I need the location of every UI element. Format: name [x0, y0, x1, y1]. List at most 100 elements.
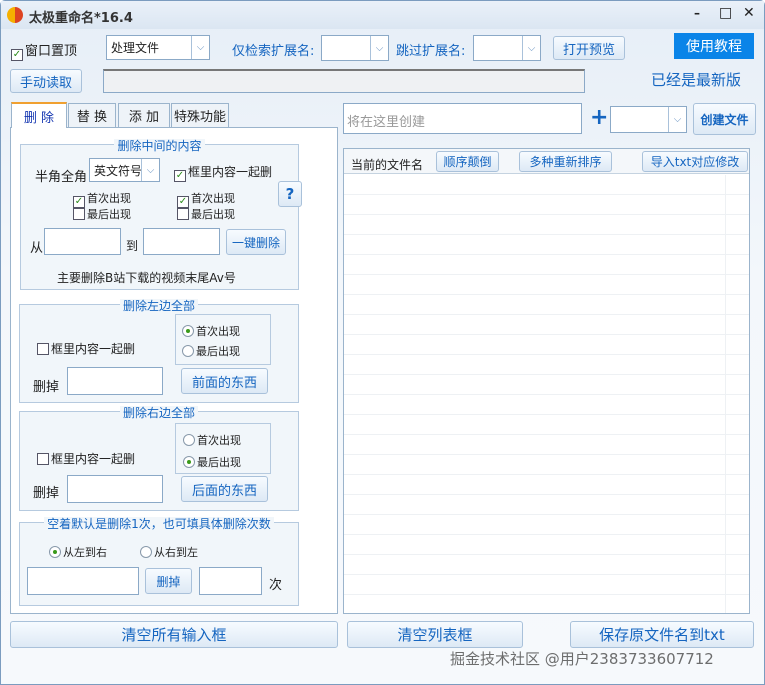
times-input[interactable]	[199, 567, 262, 595]
chevron-down-icon: ⌵	[668, 107, 686, 132]
include-bracket-checkbox[interactable]: ✓ 框里内容一起删	[174, 163, 272, 182]
chevron-down-icon: ⌵	[191, 36, 209, 59]
checkbox-icon	[73, 208, 85, 220]
path-field[interactable]	[103, 69, 585, 93]
delete-before-button[interactable]: 前面的东西	[181, 368, 268, 394]
column-divider	[725, 175, 726, 613]
delete-left-title: 删除左边全部	[119, 299, 198, 313]
delete-count-button[interactable]: 删掉	[145, 568, 192, 594]
left-to-right-radio[interactable]: 从左到右	[49, 544, 107, 560]
only-ext-label: 仅检索扩展名:	[232, 44, 315, 59]
title-bar: 太极重命名*16.4 – □ ✕	[1, 1, 764, 29]
right-last-radio[interactable]: 最后出现	[183, 454, 241, 470]
first-label: 首次出现	[196, 325, 240, 338]
left-first-radio[interactable]: 首次出现	[182, 323, 240, 339]
width-select[interactable]: 英文符号 ⌵	[89, 158, 160, 182]
delete-right-group: 删除右边全部 框里内容一起删 首次出现 最后出现 删掉 后面的东西	[19, 406, 299, 511]
delete-left-group: 删除左边全部 框里内容一起删 首次出现 最后出现 删掉 前面的东西	[19, 299, 299, 403]
mode-select-value: 处理文件	[111, 41, 160, 55]
left-last-radio[interactable]: 最后出现	[182, 343, 240, 359]
plus-icon: +	[590, 105, 609, 130]
last-occurrence-checkbox-2[interactable]: 最后出现	[177, 206, 235, 222]
last-occurrence-checkbox-1[interactable]: 最后出现	[73, 206, 131, 222]
app-window: 太极重命名*16.4 – □ ✕ ✓ 窗口置顶 处理文件 ⌵ 仅检索扩展名: ⌵ 跳…	[0, 0, 765, 685]
rtl-label: 从右到左	[154, 546, 198, 559]
help-button[interactable]: ?	[278, 181, 302, 207]
delete-right-input[interactable]	[67, 475, 163, 503]
delete-text-input[interactable]	[27, 567, 139, 595]
close-button[interactable]: ✕	[743, 5, 755, 21]
clear-inputs-button[interactable]: 清空所有输入框	[10, 621, 338, 648]
delete-left-label: 删掉	[33, 380, 60, 395]
checkbox-icon: ✓	[11, 49, 23, 61]
include-bracket-checkbox-left[interactable]: 框里内容一起删	[37, 340, 135, 357]
tutorial-button[interactable]: 使用教程	[674, 33, 754, 59]
maximize-button[interactable]: □	[719, 5, 732, 21]
chevron-down-icon: ⌵	[370, 36, 388, 60]
last-label: 最后出现	[87, 208, 131, 221]
manual-read-button[interactable]: 手动读取	[10, 69, 82, 93]
radio-icon	[182, 325, 194, 337]
radio-icon	[182, 345, 194, 357]
import-txt-button[interactable]: 导入txt对应修改	[642, 151, 748, 172]
save-names-txt-button[interactable]: 保存原文件名到txt	[570, 621, 754, 648]
right-to-left-radio[interactable]: 从右到左	[140, 544, 198, 560]
first-label: 首次出现	[197, 434, 241, 447]
one-click-delete-button[interactable]: 一键删除	[226, 229, 286, 255]
delete-count-title: 空着默认是删除1次，也可填具体删除次数	[44, 517, 274, 531]
to-input[interactable]	[143, 228, 220, 255]
pin-top-checkbox[interactable]: ✓ 窗口置顶	[11, 40, 77, 61]
file-list[interactable]: 当前的文件名 顺序颠倒 多种重新排序 导入txt对应修改	[343, 148, 750, 614]
app-logo-icon	[7, 7, 23, 23]
delete-middle-note: 主要删除B站下载的视频末尾Av号	[57, 271, 236, 285]
create-name-input[interactable]: 将在这里创建	[343, 103, 582, 134]
tab-special[interactable]: 特殊功能	[171, 103, 229, 127]
from-label: 从	[30, 241, 44, 256]
minimize-button[interactable]: –	[694, 6, 700, 20]
width-label: 半角全角	[35, 170, 88, 185]
tab-add[interactable]: 添 加	[118, 103, 170, 127]
chevron-down-icon: ⌵	[522, 36, 540, 60]
to-label: 到	[126, 239, 139, 253]
create-ext-select[interactable]: ⌵	[610, 106, 687, 133]
delete-left-input[interactable]	[67, 367, 163, 395]
delete-count-group: 空着默认是删除1次，也可填具体删除次数 从左到右 从右到左 删掉 次	[19, 517, 299, 606]
clear-list-button[interactable]: 清空列表框	[347, 621, 523, 648]
include-bracket-checkbox-right[interactable]: 框里内容一起删	[37, 450, 135, 467]
delete-after-button[interactable]: 后面的东西	[181, 476, 268, 502]
column-header-filename[interactable]: 当前的文件名	[351, 156, 423, 173]
first-label: 首次出现	[87, 192, 131, 205]
include-bracket-label: 框里内容一起删	[51, 452, 136, 466]
pin-top-label: 窗口置顶	[25, 44, 78, 59]
right-first-radio[interactable]: 首次出现	[183, 432, 241, 448]
tab-delete[interactable]: 删 除	[11, 102, 67, 128]
only-ext-select[interactable]: ⌵	[321, 35, 389, 61]
reverse-order-button[interactable]: 顺序颠倒	[436, 151, 499, 172]
last-label: 最后出现	[196, 345, 240, 358]
watermark: 掘金技术社区 @用户2383733607712	[450, 650, 714, 668]
version-status: 已经是最新版	[651, 71, 742, 89]
delete-tab-panel: 删除中间的内容 半角全角 英文符号 ⌵ ✓ 框里内容一起删 ✓ 首次出现 最后出现 ✓…	[10, 127, 338, 614]
mode-select[interactable]: 处理文件 ⌵	[106, 35, 210, 60]
include-bracket-label: 框里内容一起删	[51, 342, 136, 356]
first-label: 首次出现	[191, 192, 235, 205]
checkbox-icon	[177, 208, 189, 220]
chevron-down-icon: ⌵	[141, 159, 159, 181]
from-input[interactable]	[44, 228, 121, 255]
ltr-label: 从左到右	[63, 546, 107, 559]
resort-button[interactable]: 多种重新排序	[519, 151, 612, 172]
create-placeholder: 将在这里创建	[347, 115, 426, 130]
radio-icon	[140, 546, 152, 558]
last-label: 最后出现	[197, 456, 241, 469]
delete-middle-title: 删除中间的内容	[114, 139, 205, 153]
skip-ext-label: 跳过扩展名:	[396, 44, 466, 59]
skip-ext-select[interactable]: ⌵	[473, 35, 541, 61]
delete-right-label: 删掉	[33, 486, 60, 501]
radio-icon	[183, 434, 195, 446]
tab-replace[interactable]: 替 换	[68, 103, 116, 127]
create-file-button[interactable]: 创建文件	[693, 103, 756, 135]
delete-middle-group: 删除中间的内容 半角全角 英文符号 ⌵ ✓ 框里内容一起删 ✓ 首次出现 最后出现 ✓…	[20, 139, 302, 290]
radio-icon	[49, 546, 61, 558]
width-select-value: 英文符号	[94, 164, 143, 178]
open-preview-button[interactable]: 打开预览	[553, 36, 625, 60]
